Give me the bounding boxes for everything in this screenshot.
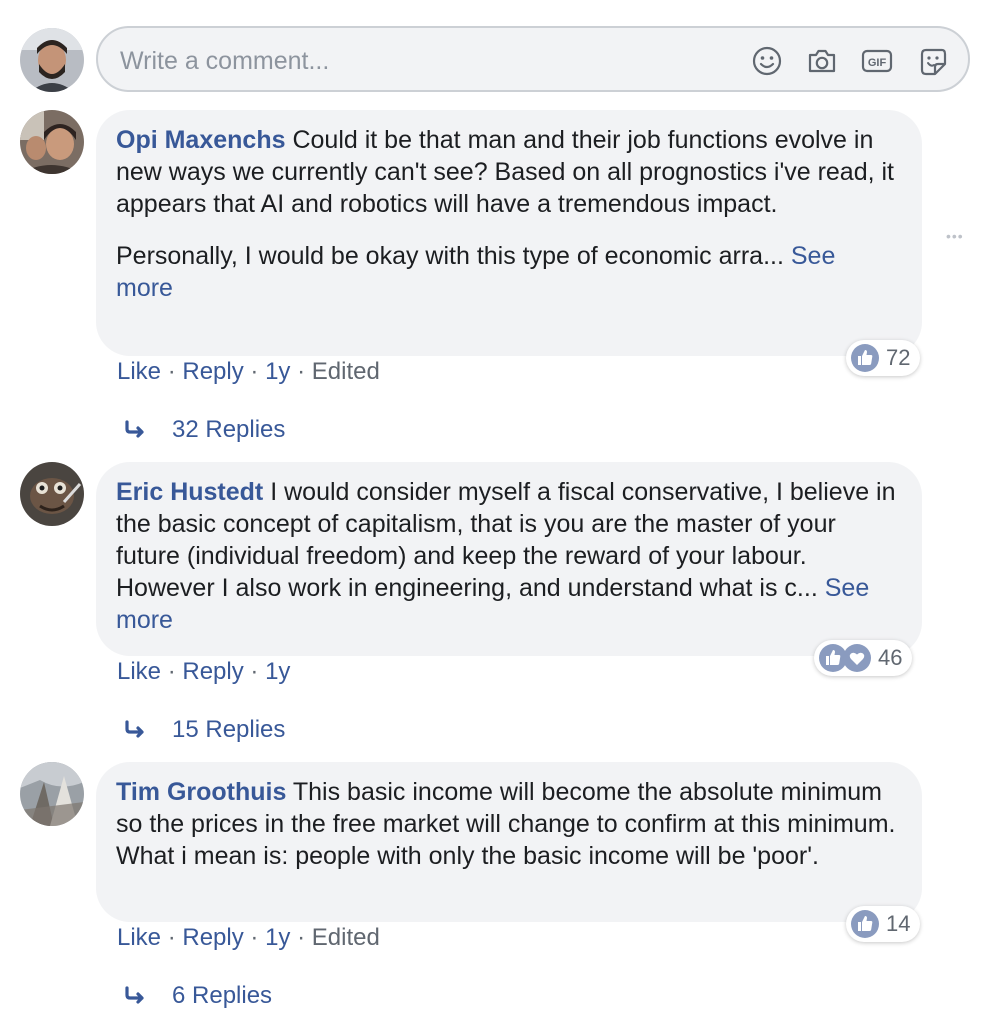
reaction-summary[interactable]: 46 [814, 640, 913, 676]
separator: · [297, 924, 312, 951]
comment-bubble: Opi Maxenchs Could it be that man and th… [96, 110, 922, 356]
reaction-summary[interactable]: 72 [846, 340, 921, 376]
commenter-avatar[interactable] [20, 110, 84, 174]
more-options-icon[interactable]: ••• [946, 228, 964, 244]
comment-actions: Like · Reply · 1y · Edited [117, 924, 380, 952]
view-replies-link[interactable]: 32 Replies [124, 416, 285, 444]
comment-text: Tim Groothuis This basic income will bec… [116, 776, 898, 872]
comment-actions: Like · Reply · 1y · Edited [117, 358, 380, 386]
like-link[interactable]: Like [117, 924, 161, 951]
reply-link[interactable]: Reply [182, 924, 243, 951]
sticker-icon[interactable] [916, 44, 950, 78]
view-replies-link[interactable]: 6 Replies [124, 982, 272, 1010]
emoji-icon[interactable] [750, 44, 784, 78]
svg-text:GIF: GIF [868, 57, 887, 69]
reply-link[interactable]: Reply [182, 358, 243, 385]
replies-count-label[interactable]: 6 Replies [172, 982, 272, 1010]
comment-text: Opi Maxenchs Could it be that man and th… [116, 124, 898, 220]
separator: · [297, 358, 312, 385]
timestamp-link[interactable]: 1y [265, 358, 290, 385]
reply-link[interactable]: Reply [182, 658, 243, 685]
reply-arrow-icon [125, 720, 144, 738]
comment-input[interactable] [118, 40, 722, 82]
like-link[interactable]: Like [117, 358, 161, 385]
comment-author[interactable]: Tim Groothuis [116, 778, 286, 806]
replies-count-label[interactable]: 32 Replies [172, 416, 285, 444]
edited-label[interactable]: Edited [312, 358, 380, 385]
camera-icon[interactable] [805, 44, 839, 78]
view-replies-link[interactable]: 15 Replies [124, 716, 285, 744]
commenter-avatar[interactable] [20, 462, 84, 526]
comment-actions: Like · Reply · 1y [117, 658, 290, 686]
comment-author[interactable]: Eric Hustedt [116, 478, 263, 506]
gif-icon[interactable]: GIF [860, 44, 894, 78]
reply-arrow-icon [125, 986, 144, 1004]
love-reaction-icon [843, 644, 871, 672]
separator: · [250, 924, 266, 951]
comment-text: Personally, I would be okay with this ty… [116, 240, 898, 304]
timestamp-link[interactable]: 1y [265, 924, 290, 951]
like-reaction-icon [851, 344, 879, 372]
comment-text: Eric Hustedt I would consider myself a f… [116, 476, 898, 636]
reaction-count: 14 [886, 911, 911, 936]
replies-count-label[interactable]: 15 Replies [172, 716, 285, 744]
comment-author[interactable]: Opi Maxenchs [116, 126, 286, 154]
separator: · [250, 358, 266, 385]
reaction-count: 72 [886, 345, 911, 370]
separator: · [167, 358, 183, 385]
separator: · [167, 658, 183, 685]
separator: · [250, 658, 266, 685]
like-link[interactable]: Like [117, 658, 161, 685]
separator: · [167, 924, 183, 951]
comment-bubble: Eric Hustedt I would consider myself a f… [96, 462, 922, 656]
like-reaction-icon [851, 910, 879, 938]
reaction-summary[interactable]: 14 [846, 906, 921, 942]
current-user-avatar [20, 28, 84, 92]
comment-bubble: Tim Groothuis This basic income will bec… [96, 762, 922, 922]
comment-composer[interactable]: GIF [96, 26, 970, 92]
commenter-avatar[interactable] [20, 762, 84, 826]
reaction-count: 46 [878, 645, 903, 670]
reply-arrow-icon [125, 420, 144, 438]
comment-body: Personally, I would be okay with this ty… [116, 242, 784, 270]
timestamp-link[interactable]: 1y [265, 658, 290, 685]
edited-label[interactable]: Edited [312, 924, 380, 951]
